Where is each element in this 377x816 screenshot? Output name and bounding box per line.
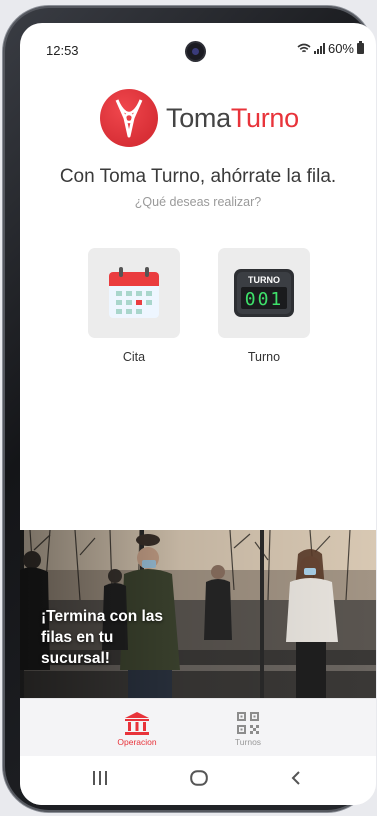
recent-apps-icon[interactable] xyxy=(92,770,108,786)
status-icons: 60% xyxy=(297,41,364,56)
page-subheadline: ¿Qué deseas realizar? xyxy=(134,195,262,209)
option-turno-label: Turno xyxy=(247,350,281,364)
battery-icon xyxy=(357,41,364,54)
promo-banner[interactable]: ¡Termina con las filas en tu sucursal! xyxy=(20,530,376,698)
option-turno[interactable]: TURNO 001 Turno xyxy=(218,248,310,364)
qr-code-icon xyxy=(237,712,259,734)
option-cita[interactable]: Cita xyxy=(88,248,180,364)
logo-word-toma: Toma xyxy=(166,102,231,133)
home-icon[interactable] xyxy=(190,770,208,786)
calendar-icon xyxy=(109,267,159,318)
option-cita-label: Cita xyxy=(122,350,146,364)
tab-operacion-label: Operacion xyxy=(117,737,157,747)
option-cita-tile[interactable] xyxy=(88,248,180,338)
turn-display-number: 001 xyxy=(245,289,284,310)
tab-operacion[interactable]: Operacion xyxy=(102,709,172,747)
logo-word-turno: Turno xyxy=(230,102,299,133)
tab-turnos-label: Turnos xyxy=(234,737,262,747)
back-icon[interactable] xyxy=(290,770,302,786)
turn-ticket-icon: TURNO 001 xyxy=(234,269,294,317)
screen: 12:53 60% TomaTurno Con Toma Turno, ahór… xyxy=(20,23,376,805)
status-bar: 12:53 60% xyxy=(20,23,376,67)
front-camera xyxy=(187,43,204,60)
system-nav-bar xyxy=(20,756,376,805)
app-logo: TomaTurno xyxy=(100,89,299,147)
turn-display-title: TURNO xyxy=(248,275,280,285)
logo-wordmark: TomaTurno xyxy=(166,103,299,134)
option-turno-tile[interactable]: TURNO 001 xyxy=(218,248,310,338)
bank-icon xyxy=(125,712,149,735)
wifi-icon xyxy=(297,43,311,53)
logo-badge-icon xyxy=(100,89,158,147)
status-time: 12:53 xyxy=(46,43,79,58)
banner-text: ¡Termina con las filas en tu sucursal! xyxy=(41,608,164,667)
signal-icon xyxy=(313,43,325,54)
tab-turnos[interactable]: Turnos xyxy=(213,709,283,747)
page-headline: Con Toma Turno, ahórrate la fila. xyxy=(59,166,337,187)
bottom-tab-bar: Operacion Turnos xyxy=(20,698,376,757)
battery-percent: 60% xyxy=(327,41,354,56)
phone-frame: 12:53 60% TomaTurno Con Toma Turno, ahór… xyxy=(3,6,376,812)
